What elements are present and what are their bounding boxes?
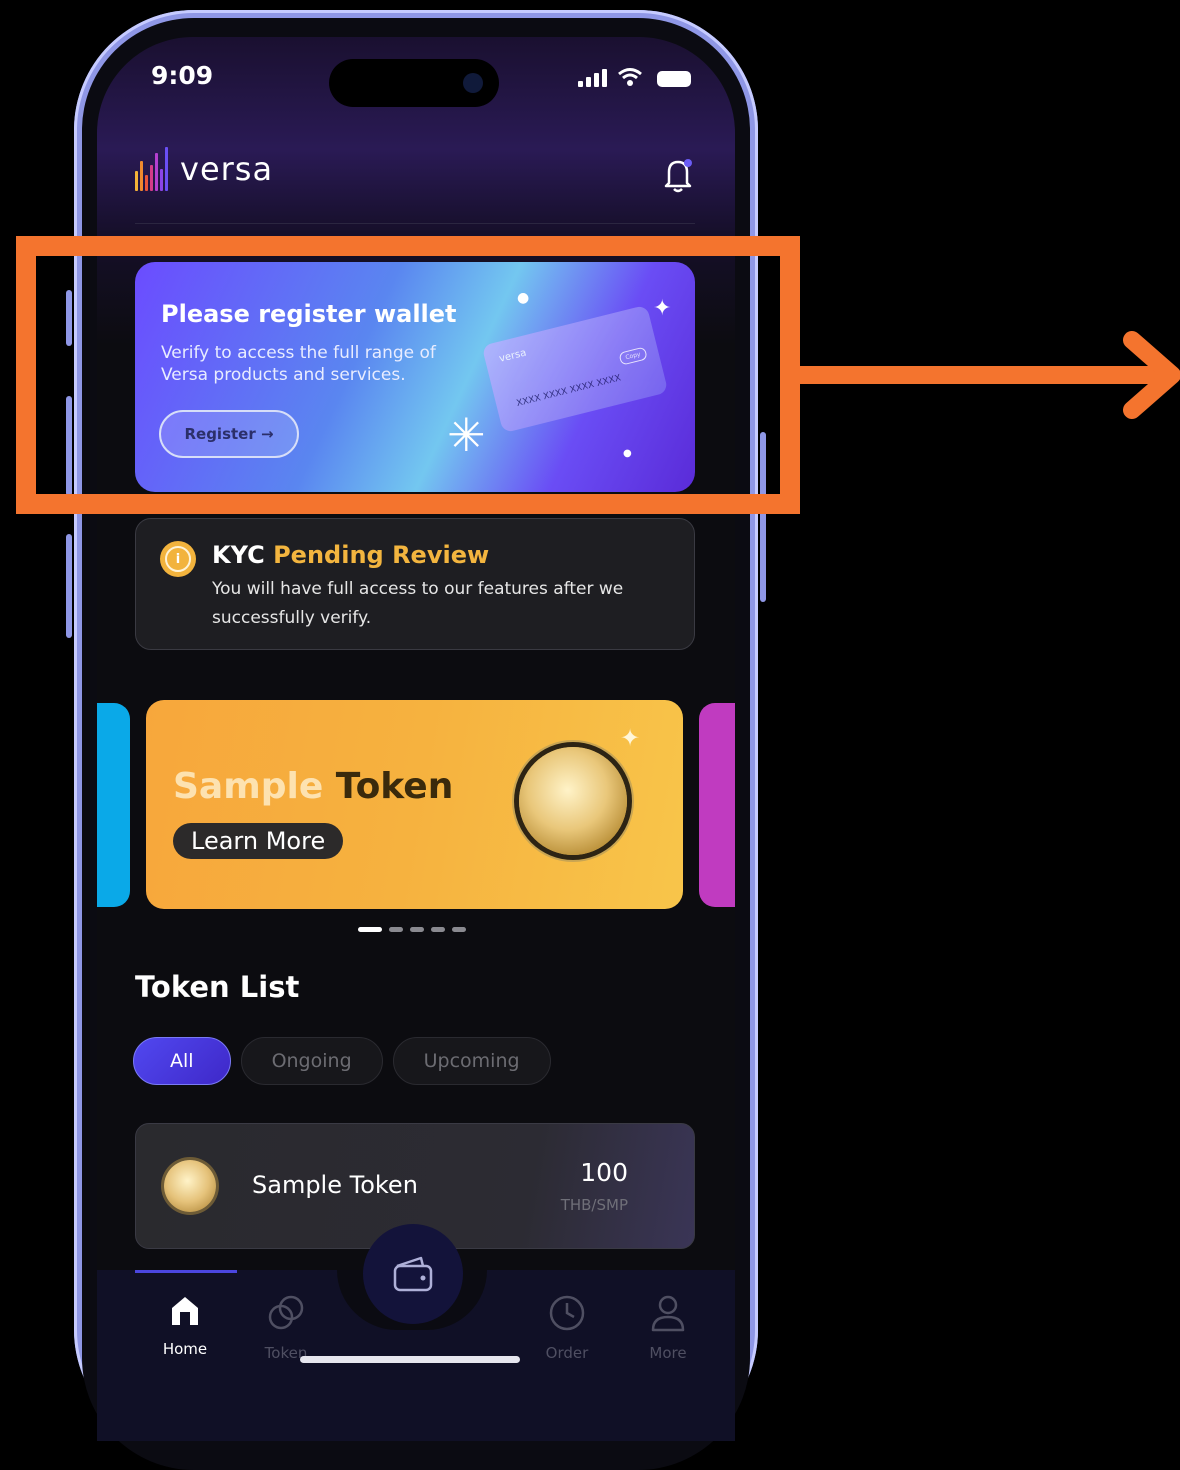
nav-more-label: More: [649, 1344, 687, 1362]
token-icon: [268, 1295, 304, 1330]
filter-ongoing[interactable]: Ongoing: [240, 1037, 383, 1085]
carousel-dot[interactable]: [358, 927, 382, 932]
dynamic-island: [329, 59, 499, 107]
clock-icon: [549, 1295, 585, 1331]
carousel-page-indicator[interactable]: [358, 927, 466, 932]
kyc-title: KYC Pending Review: [212, 541, 489, 569]
nav-active-indicator: [135, 1270, 237, 1273]
wallet-button[interactable]: [363, 1224, 463, 1324]
nav-order-label: Order: [545, 1344, 589, 1362]
token-list-title: Token List: [135, 970, 300, 1004]
versa-logo-mark-icon: [135, 147, 168, 191]
status-bar: 9:09: [97, 37, 735, 127]
nav-token[interactable]: Token: [241, 1294, 331, 1362]
nav-order[interactable]: Order: [522, 1294, 612, 1362]
token-unit: THB/SMP: [560, 1196, 628, 1214]
carousel-next-card[interactable]: [699, 703, 735, 907]
token-coin-icon: [519, 747, 627, 855]
info-icon: i: [160, 541, 196, 577]
brand-name: versa: [180, 150, 274, 188]
token-coin-icon: [164, 1160, 216, 1212]
status-icons: [578, 67, 691, 87]
banner-title-part1: Sample: [173, 766, 324, 807]
phone-side-button: [66, 534, 72, 638]
camera-icon: [463, 73, 483, 93]
kyc-status-card: i KYC Pending Review You will have full …: [135, 518, 695, 650]
carousel-dot[interactable]: [410, 927, 424, 932]
filter-all[interactable]: All: [133, 1037, 231, 1085]
status-time: 9:09: [151, 61, 214, 90]
learn-more-button[interactable]: Learn More: [173, 823, 344, 859]
signal-icon: [578, 69, 607, 87]
kyc-message: You will have full access to our feature…: [212, 579, 624, 628]
banner-title-part2: Token: [323, 766, 454, 807]
nav-home-label: Home: [162, 1340, 208, 1358]
carousel-dot[interactable]: [452, 927, 466, 932]
highlight-arrow-line: [800, 366, 1162, 384]
carousel-dot[interactable]: [431, 927, 445, 932]
home-icon: [172, 1297, 198, 1325]
wallet-icon: [393, 1256, 433, 1292]
token-value: 100: [580, 1158, 628, 1187]
filter-upcoming[interactable]: Upcoming: [392, 1037, 551, 1085]
token-name: Sample Token: [252, 1171, 418, 1199]
arrow-right-icon: [1123, 331, 1180, 419]
header-divider: [135, 223, 695, 224]
carousel-dot[interactable]: [389, 927, 403, 932]
home-indicator[interactable]: [300, 1356, 520, 1363]
nav-more[interactable]: More: [623, 1294, 713, 1362]
notification-bell-icon[interactable]: [661, 157, 695, 193]
kyc-status: Pending Review: [273, 541, 490, 569]
kyc-title-prefix: KYC: [212, 541, 265, 569]
token-filter-tabs: All Ongoing Upcoming: [133, 1037, 551, 1085]
highlight-box: [16, 236, 800, 514]
user-icon: [651, 1295, 685, 1332]
promo-banner[interactable]: Sample Token Learn More ✦: [146, 700, 683, 909]
nav-home[interactable]: Home: [140, 1294, 230, 1358]
battery-icon: [657, 71, 691, 87]
banner-title: Sample Token: [173, 766, 453, 807]
carousel-prev-card[interactable]: [97, 703, 130, 907]
wifi-icon: [618, 68, 642, 86]
app-logo: versa: [135, 147, 273, 191]
sparkle-icon: ✦: [620, 724, 641, 752]
